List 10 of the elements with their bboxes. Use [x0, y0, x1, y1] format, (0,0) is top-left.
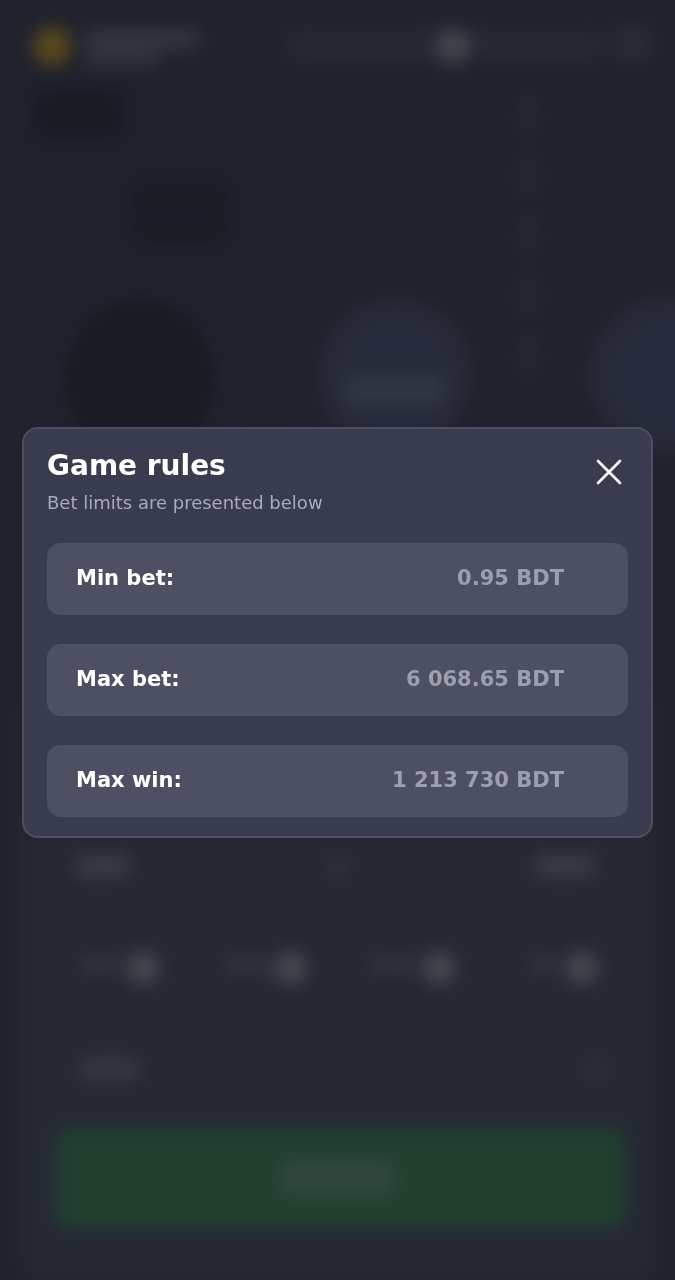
limit-label: Max bet: — [76, 666, 180, 694]
dialog-subtitle: Bet limits are presented below — [47, 491, 323, 514]
dialog-title: Game rules — [47, 450, 227, 482]
limit-label: Min bet: — [76, 565, 175, 593]
limit-label: Max win: — [76, 767, 182, 795]
limit-value: 1 213 730 BDT — [392, 767, 564, 795]
limit-value: 0.95 BDT — [457, 565, 564, 593]
close-button[interactable] — [596, 458, 622, 485]
limit-value: 6 068.65 BDT — [405, 666, 564, 694]
close-icon — [596, 458, 622, 485]
